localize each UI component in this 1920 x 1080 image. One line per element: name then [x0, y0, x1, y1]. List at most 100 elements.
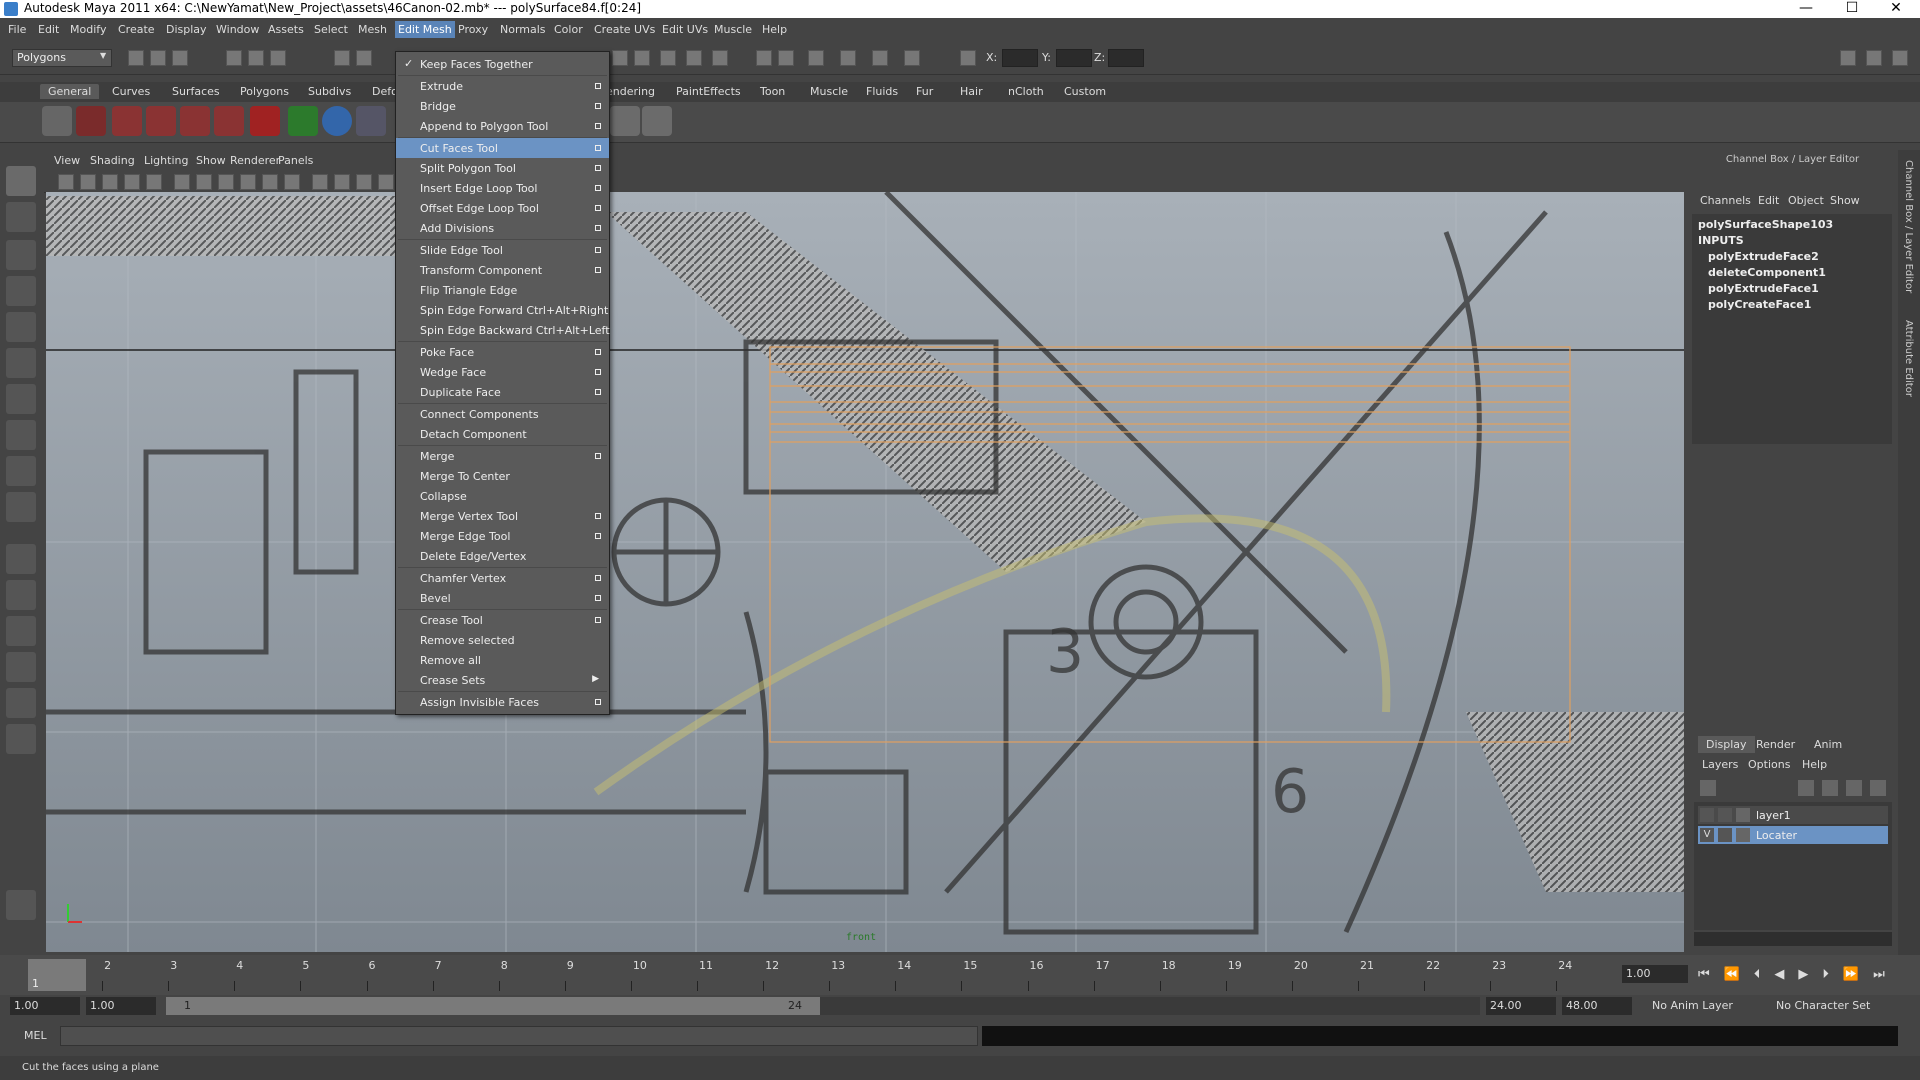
mel-label[interactable]: MEL	[24, 1029, 47, 1042]
menu-item-offset-edge-loop-tool[interactable]: Offset Edge Loop Tool	[396, 198, 609, 218]
option-box-icon[interactable]	[595, 453, 601, 459]
create-layer-icon[interactable]	[1822, 780, 1838, 796]
scale-tool-icon[interactable]	[6, 348, 36, 378]
playback-controls[interactable]: ⏮⏪⏴◀▶⏵⏩⏭	[1698, 967, 1899, 982]
option-box-icon[interactable]	[595, 389, 601, 395]
viewport-menu-lighting[interactable]: Lighting	[144, 154, 188, 167]
tool-settings-toggle-icon[interactable]	[1866, 50, 1882, 66]
maximize-button[interactable]: ☐	[1832, 0, 1872, 18]
layer-options-icon[interactable]	[1798, 780, 1814, 796]
layer-visibility-toggle[interactable]	[1700, 808, 1714, 822]
option-box-icon[interactable]	[595, 267, 601, 273]
menu-item-merge-edge-tool[interactable]: Merge Edge Tool	[396, 526, 609, 546]
channel-box-tab-show[interactable]: Show	[1830, 194, 1860, 207]
input-line-icon[interactable]	[872, 50, 888, 66]
custom-layout-icon[interactable]	[6, 724, 36, 754]
shelf-tab-general[interactable]: General	[40, 84, 100, 99]
shelf-sphere-icon[interactable]	[322, 106, 352, 136]
menu-modify[interactable]: Modify	[70, 23, 106, 36]
shelf-tab-endering[interactable]: endering	[606, 85, 655, 98]
shelf-tab-hair[interactable]: Hair	[960, 85, 983, 98]
rotate-tool-icon[interactable]	[6, 312, 36, 342]
menu-item-merge-to-center[interactable]: Merge To Center	[396, 466, 609, 486]
menu-item-delete-edge-vertex[interactable]: Delete Edge/Vertex	[396, 546, 609, 566]
channel-box-side-tab[interactable]: Channel Box / Layer Editor	[1903, 160, 1914, 293]
select-tool-icon[interactable]	[6, 166, 36, 196]
ipr-render-icon[interactable]	[778, 50, 794, 66]
smooth-shade-icon[interactable]	[334, 174, 350, 190]
time-slider[interactable]: 123456789101112131415161718192021222324 …	[0, 955, 1920, 995]
snap-curve-icon[interactable]	[356, 50, 372, 66]
menu-item-connect-components[interactable]: Connect Components	[396, 404, 609, 424]
shelf-tab-fur[interactable]: Fur	[916, 85, 933, 98]
layer-color-swatch[interactable]	[1736, 808, 1750, 822]
history-icon[interactable]	[686, 50, 702, 66]
camera-attr-icon[interactable]	[80, 174, 96, 190]
shape-node[interactable]: polySurfaceShape103	[1698, 218, 1833, 231]
grid-toggle-icon[interactable]	[146, 174, 162, 190]
option-box-icon[interactable]	[595, 533, 601, 539]
layer-tab-display[interactable]: Display	[1698, 736, 1755, 753]
menu-file[interactable]: File	[8, 23, 26, 36]
menu-item-keep-faces-together[interactable]: ✓ Keep Faces Together	[396, 54, 609, 74]
layer-color-swatch[interactable]	[1736, 828, 1750, 842]
menu-edit[interactable]: Edit	[38, 23, 59, 36]
layer-scrollbar[interactable]	[1694, 932, 1892, 946]
attribute-editor-toggle-icon[interactable]	[1840, 50, 1856, 66]
shelf-reel-icon[interactable]	[42, 106, 72, 136]
menu-create[interactable]: Create	[118, 23, 155, 36]
option-box-icon[interactable]	[595, 617, 601, 623]
soft-mod-tool-icon[interactable]	[6, 420, 36, 450]
field-chart-icon[interactable]	[240, 174, 256, 190]
end-time-field[interactable]: 48.00	[1562, 997, 1632, 1015]
menu-normals[interactable]: Normals	[500, 23, 546, 36]
menu-item-slide-edge-tool[interactable]: Slide Edge Tool	[396, 240, 609, 260]
wireframe-on-shaded-icon[interactable]	[356, 174, 372, 190]
menu-window[interactable]: Window	[216, 23, 259, 36]
viewport-front[interactable]: 3 6 front	[46, 192, 1684, 952]
menu-item-cut-faces-tool[interactable]: Cut Faces Tool	[396, 138, 609, 158]
shelf-arrow-icon[interactable]	[288, 106, 318, 136]
option-box-icon[interactable]	[595, 369, 601, 375]
current-time-field[interactable]: 1.00	[1622, 965, 1688, 983]
channel-box-toggle-icon[interactable]	[1892, 50, 1908, 66]
playback-start-field[interactable]: 1.00	[86, 997, 156, 1015]
create-layer-selected-icon[interactable]	[1846, 780, 1862, 796]
snap-grid-icon[interactable]	[334, 50, 350, 66]
menu-item-crease-sets[interactable]: Crease Sets ▶	[396, 670, 609, 690]
camera-select-icon[interactable]	[58, 174, 74, 190]
menu-create-uvs[interactable]: Create UVs	[594, 23, 655, 36]
option-box-icon[interactable]	[595, 83, 601, 89]
input-node[interactable]: polyExtrudeFace2	[1708, 250, 1819, 263]
layer-tab-render[interactable]: Render	[1756, 738, 1795, 751]
absolute-transform-icon[interactable]	[960, 50, 976, 66]
shelf-tab-toon[interactable]: Toon	[760, 85, 785, 98]
menu-item-remove-all[interactable]: Remove all	[396, 650, 609, 670]
four-view-layout-icon[interactable]	[6, 580, 36, 610]
shelf-tab-subdivs[interactable]: Subdivs	[308, 85, 351, 98]
help-icon[interactable]	[76, 106, 106, 136]
menu-item-merge-vertex-tool[interactable]: Merge Vertex Tool	[396, 506, 609, 526]
layer-type-toggle[interactable]	[1718, 808, 1732, 822]
layer-visibility-toggle[interactable]: V	[1700, 828, 1714, 842]
viewport-menu-renderer[interactable]: Renderer	[230, 154, 280, 167]
menu-help[interactable]: Help	[762, 23, 787, 36]
option-box-icon[interactable]	[595, 349, 601, 355]
graph-layout-icon[interactable]	[6, 652, 36, 682]
menu-item-transform-component[interactable]: Transform Component	[396, 260, 609, 280]
menu-set-selector[interactable]: Polygons	[12, 49, 112, 67]
menu-item-chamfer-vertex[interactable]: Chamfer Vertex	[396, 568, 609, 588]
open-scene-icon[interactable]	[150, 50, 166, 66]
lasso-tool-icon[interactable]	[6, 202, 36, 232]
shelf-tab-curves[interactable]: Curves	[112, 85, 150, 98]
layer-add-icon[interactable]	[1870, 780, 1886, 796]
menu-edit-uvs[interactable]: Edit UVs	[662, 23, 708, 36]
viewport-menu-shading[interactable]: Shading	[90, 154, 135, 167]
layer-row[interactable]: layer1	[1698, 806, 1888, 824]
channel-box-tab-object[interactable]: Object	[1788, 194, 1824, 207]
layer-row[interactable]: V Locater	[1698, 826, 1888, 844]
menu-item-collapse[interactable]: Collapse	[396, 486, 609, 506]
menu-display[interactable]: Display	[166, 23, 207, 36]
option-box-icon[interactable]	[595, 185, 601, 191]
menu-item-add-divisions[interactable]: Add Divisions	[396, 218, 609, 238]
